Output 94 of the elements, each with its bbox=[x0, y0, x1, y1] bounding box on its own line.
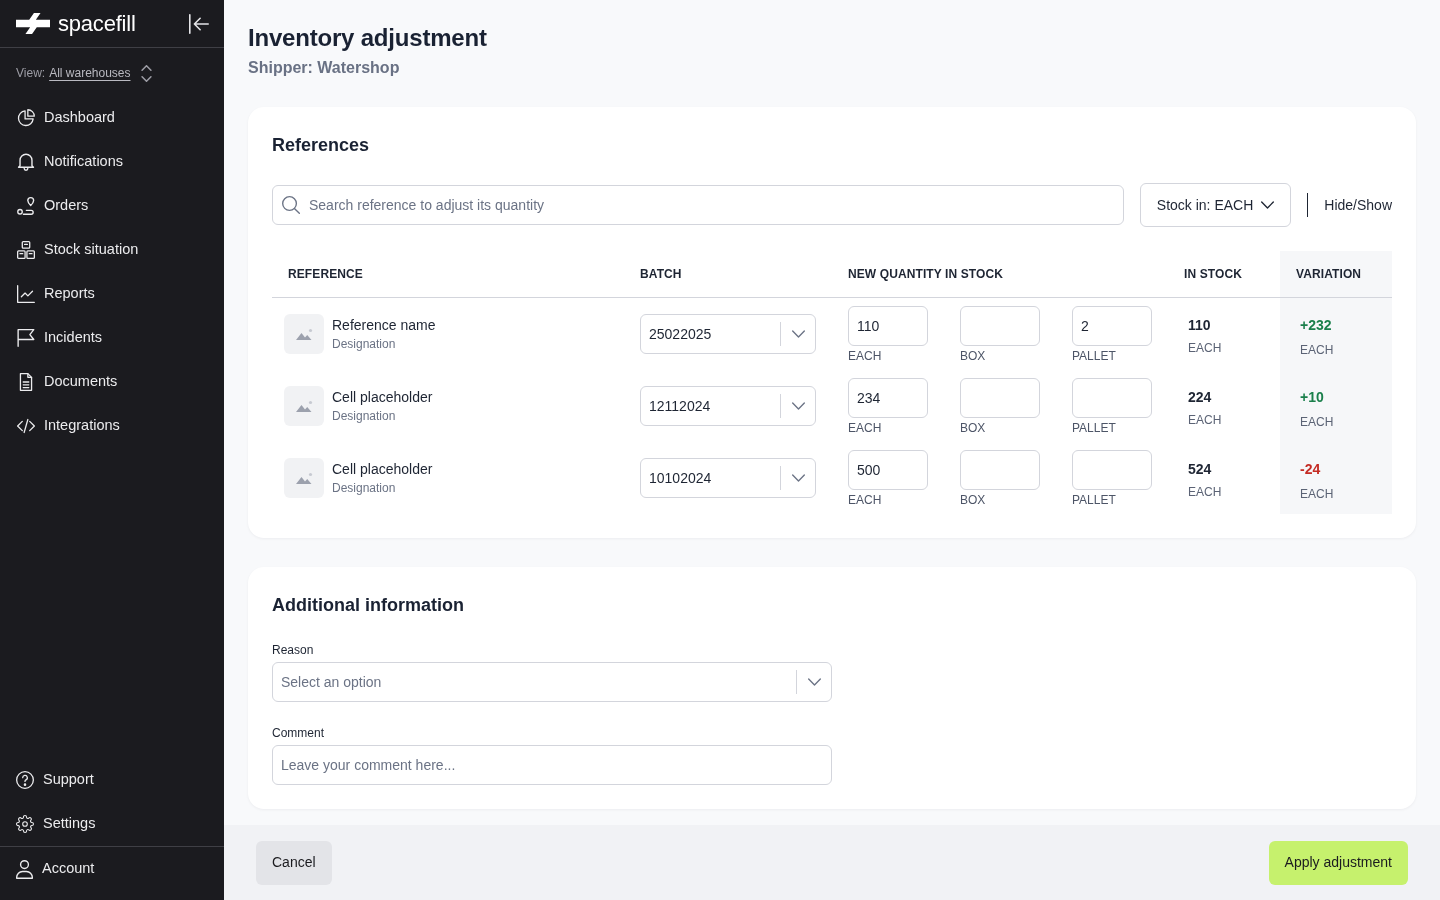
quantity-input[interactable]: 500 bbox=[848, 450, 928, 490]
unit-label: PALLET bbox=[1072, 348, 1116, 364]
account-link[interactable]: Account bbox=[0, 847, 111, 891]
chevron-down-icon bbox=[807, 678, 821, 686]
unit-label: BOX bbox=[960, 492, 986, 508]
unit-label: EACH bbox=[848, 348, 882, 364]
boxes-icon bbox=[17, 241, 35, 259]
settings-icon bbox=[16, 815, 34, 833]
section-title: Additional information bbox=[272, 594, 464, 617]
sidebar-item[interactable]: Documents bbox=[0, 360, 135, 404]
column-header: VARIATION bbox=[1296, 266, 1362, 283]
variation-value: +232 bbox=[1300, 316, 1332, 335]
unit-label: EACH bbox=[1300, 414, 1334, 430]
stock-quantity: 524 bbox=[1188, 460, 1212, 479]
sidebar-item[interactable]: Integrations bbox=[0, 404, 137, 448]
unit-label: EACH bbox=[1188, 412, 1222, 428]
reference-name: Reference name bbox=[332, 316, 436, 334]
quantity-input[interactable] bbox=[1072, 378, 1152, 418]
flag-icon bbox=[17, 329, 35, 347]
field-label: Comment bbox=[272, 725, 324, 741]
sidebar-item[interactable]: Support bbox=[0, 758, 110, 802]
column-header: NEW QUANTITY IN STOCK bbox=[848, 266, 1003, 283]
document-icon bbox=[17, 373, 35, 391]
chevron-down-icon bbox=[791, 402, 805, 410]
collapse-sidebar-icon[interactable] bbox=[189, 13, 209, 34]
batch-select[interactable]: 12112024 bbox=[640, 386, 816, 426]
unit-label: EACH bbox=[848, 420, 882, 436]
chevron-up-down-icon[interactable] bbox=[140, 64, 152, 82]
reference-name: Cell placeholder bbox=[332, 460, 433, 478]
help-icon bbox=[16, 771, 34, 789]
unit-label: EACH bbox=[1300, 486, 1334, 502]
quantity-input[interactable] bbox=[960, 378, 1040, 418]
sidebar-item[interactable]: Notifications bbox=[0, 140, 140, 184]
sidebar-item[interactable]: Dashboard bbox=[0, 96, 132, 140]
search-icon bbox=[282, 196, 300, 214]
unit-label: EACH bbox=[1188, 340, 1222, 356]
quantity-input[interactable]: 110 bbox=[848, 306, 928, 346]
chevron-down-icon bbox=[791, 330, 805, 338]
hide-show-button[interactable]: Hide/Show bbox=[1324, 194, 1392, 216]
quantity-input[interactable]: 234 bbox=[848, 378, 928, 418]
reference-name: Cell placeholder bbox=[332, 388, 433, 406]
page-subtitle: Shipper: Watershop bbox=[248, 58, 400, 78]
stock-quantity: 110 bbox=[1188, 316, 1211, 335]
reference-designation: Designation bbox=[332, 336, 396, 352]
comment-field[interactable]: Leave your comment here... bbox=[272, 745, 832, 785]
route-icon bbox=[17, 197, 35, 215]
unit-label: BOX bbox=[960, 420, 986, 436]
variation-value: -24 bbox=[1300, 460, 1321, 479]
cancel-button[interactable]: Cancel bbox=[256, 840, 332, 885]
chevron-down-icon bbox=[1261, 201, 1275, 209]
batch-select[interactable]: 25022025 bbox=[640, 314, 816, 354]
user-icon bbox=[16, 859, 33, 879]
line-chart-icon bbox=[17, 285, 35, 303]
pie-chart-icon bbox=[17, 109, 35, 127]
image-placeholder-icon bbox=[284, 386, 324, 426]
apply-adjustment-button[interactable]: Apply adjustment bbox=[1268, 840, 1408, 885]
view-label: View: bbox=[16, 65, 46, 82]
unit-label: PALLET bbox=[1072, 420, 1116, 436]
column-header: BATCH bbox=[640, 266, 682, 283]
quantity-input[interactable]: 2 bbox=[1072, 306, 1152, 346]
section-title: References bbox=[272, 134, 370, 157]
page-title: Inventory adjustment bbox=[248, 24, 487, 52]
field-label: Reason bbox=[272, 642, 314, 658]
stock-unit-dropdown[interactable]: Stock in: EACH bbox=[1139, 183, 1292, 227]
chevron-down-icon bbox=[791, 474, 805, 482]
image-placeholder-icon bbox=[284, 458, 324, 498]
sidebar-item[interactable]: Orders bbox=[0, 184, 106, 228]
logo-icon bbox=[16, 13, 50, 34]
column-header: IN STOCK bbox=[1184, 266, 1242, 283]
quantity-input[interactable] bbox=[1072, 450, 1152, 490]
unit-label: PALLET bbox=[1072, 492, 1116, 508]
bell-icon bbox=[17, 153, 35, 171]
reference-designation: Designation bbox=[332, 480, 396, 496]
sidebar-item[interactable]: Stock situation bbox=[0, 228, 156, 272]
warehouse-selector-link[interactable]: All warehouses bbox=[49, 64, 131, 82]
sidebar-item[interactable]: Settings bbox=[0, 802, 112, 846]
quantity-input[interactable] bbox=[960, 450, 1040, 490]
image-placeholder-icon bbox=[284, 314, 324, 354]
code-icon bbox=[17, 417, 35, 435]
quantity-input[interactable] bbox=[960, 306, 1040, 346]
sidebar-item[interactable]: Incidents bbox=[0, 316, 120, 360]
sidebar-item[interactable]: Reports bbox=[0, 272, 112, 316]
batch-select[interactable]: 10102024 bbox=[640, 458, 816, 498]
unit-label: EACH bbox=[1300, 342, 1334, 358]
search-field[interactable]: Search reference to adjust its quantity bbox=[272, 185, 1124, 225]
unit-label: BOX bbox=[960, 348, 986, 364]
column-header: REFERENCE bbox=[288, 266, 363, 283]
unit-label: EACH bbox=[848, 492, 882, 508]
reason-select[interactable]: Select an option bbox=[272, 662, 832, 702]
unit-label: EACH bbox=[1188, 484, 1222, 500]
stock-quantity: 224 bbox=[1188, 388, 1212, 407]
reference-designation: Designation bbox=[332, 408, 396, 424]
brand-name: spacefill bbox=[58, 11, 136, 36]
variation-value: +10 bbox=[1300, 388, 1324, 407]
